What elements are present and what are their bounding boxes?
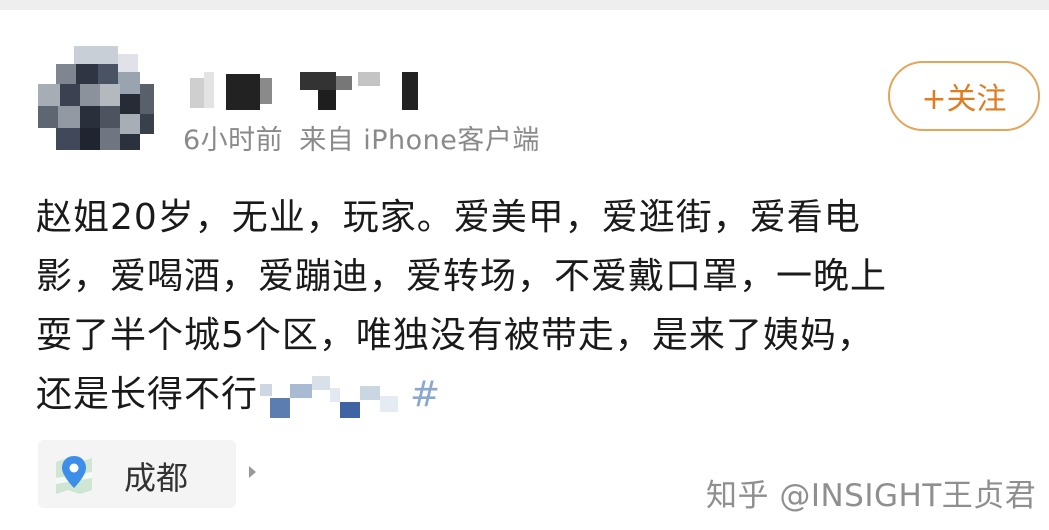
location-pin-icon — [56, 456, 92, 494]
username-redacted[interactable] — [190, 68, 430, 112]
location-tag[interactable]: 成都 — [38, 440, 256, 508]
hashtag-redacted[interactable] — [260, 376, 410, 418]
hashtag-mark[interactable]: # — [410, 374, 441, 415]
content-line-text: 还是长得不行 — [36, 374, 259, 415]
location-label: 成都 — [124, 459, 189, 497]
content-line-last: 还是长得不行 # — [36, 365, 1036, 424]
post-source: 来自 iPhone客户端 — [299, 125, 540, 156]
chevron-right-icon — [249, 466, 256, 478]
content-line: 影，爱喝酒，爱蹦迪，爱转场，不爱戴口罩，一晚上 — [36, 256, 888, 297]
top-strip — [0, 0, 1049, 10]
follow-button[interactable]: +关注 — [888, 61, 1040, 131]
content-line: 耍了半个城5个区，唯独没有被带走，是来了姨妈， — [36, 315, 874, 356]
post-meta: 6小时前 来自 iPhone客户端 — [183, 118, 540, 157]
post-content: 赵姐20岁，无业，玩家。爱美甲，爱逛街，爱看电 影，爱喝酒，爱蹦迪，爱转场，不爱… — [36, 188, 1036, 424]
content-line: 赵姐20岁，无业，玩家。爱美甲，爱逛街，爱看电 — [36, 197, 861, 238]
post-timestamp: 6小时前 — [183, 125, 284, 156]
avatar[interactable] — [38, 46, 154, 150]
watermark: 知乎 @INSIGHT王贞君 — [706, 478, 1037, 514]
